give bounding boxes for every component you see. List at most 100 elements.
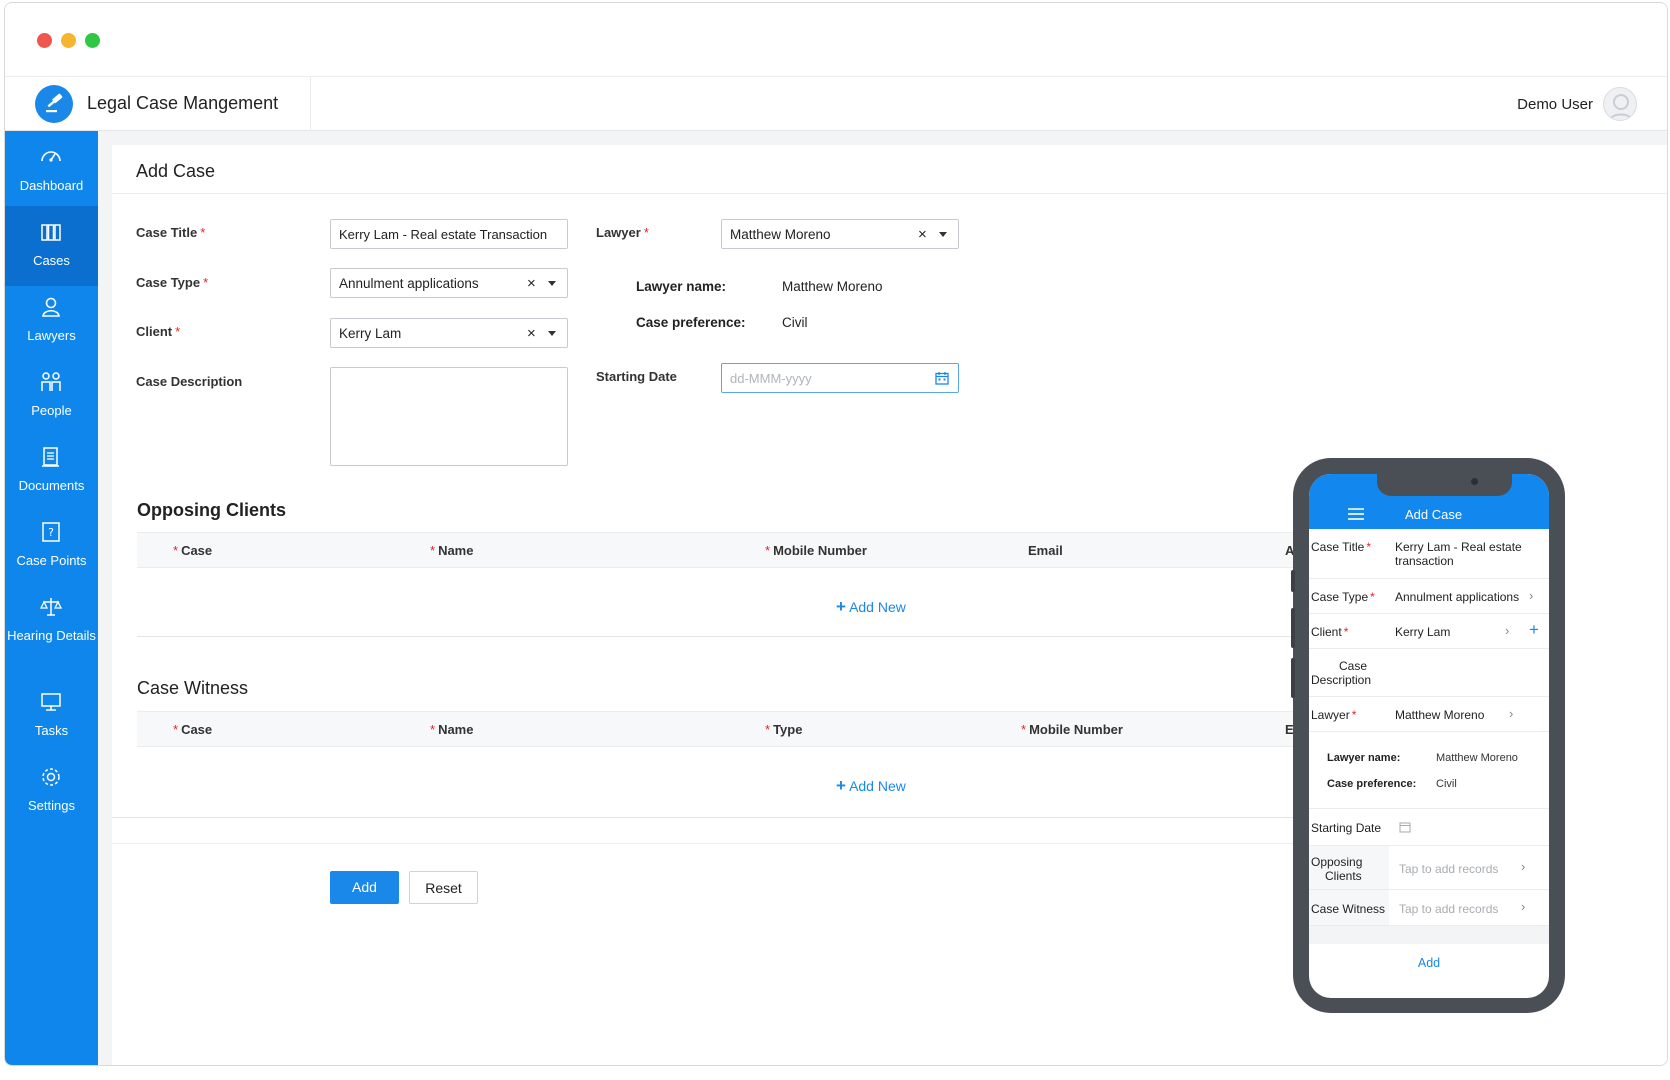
phone-side-button xyxy=(1291,570,1295,592)
add-button[interactable]: Add xyxy=(330,871,399,904)
column-header: * Mobile Number xyxy=(1021,722,1123,737)
user-name[interactable]: Demo User xyxy=(1517,96,1593,113)
plus-icon: + xyxy=(836,597,846,616)
scales-icon xyxy=(39,598,63,616)
sidebar-item-documents[interactable]: Documents xyxy=(5,431,98,511)
person-icon xyxy=(42,297,60,317)
phone-screen: Add Case Case Title * Kerry Lam - Real es… xyxy=(1309,474,1549,998)
opposing-clients-title: Opposing Clients xyxy=(137,500,287,520)
add-client-plus-icon[interactable]: + xyxy=(1529,620,1539,640)
phone-case-title-row[interactable]: Case Title * Kerry Lam - Real estate tran… xyxy=(1309,529,1549,579)
phone-client-value: Kerry Lam xyxy=(1395,625,1451,639)
divider xyxy=(112,817,1312,818)
phone-header-title: Add Case xyxy=(1405,507,1463,522)
sidebar-item-label: People xyxy=(31,403,72,418)
case-title-label: Case Title * xyxy=(136,225,206,240)
starting-date-input[interactable]: dd-MMM-yyyy xyxy=(721,363,959,393)
calendar-icon[interactable] xyxy=(1399,821,1411,833)
sidebar-item-hearing-details[interactable]: Hearing Details xyxy=(5,581,98,669)
sidebar-item-label: Lawyers xyxy=(27,328,76,343)
clear-icon[interactable]: × xyxy=(527,275,536,292)
column-header: * Name xyxy=(430,722,474,737)
lawyer-label: Lawyer * xyxy=(596,225,649,240)
starting-date-label: Starting Date xyxy=(596,369,677,384)
phone-starting-date-row[interactable]: Starting Date xyxy=(1309,809,1549,846)
phone-case-type-row[interactable]: Case Type * Annulment applications › xyxy=(1309,579,1549,614)
gavel-logo-icon[interactable] xyxy=(35,85,73,123)
witness-add-new-link[interactable]: + Add New xyxy=(836,776,906,796)
lawyer-name-key: Lawyer name: xyxy=(636,279,727,294)
opposing-add-new-link[interactable]: + Add New xyxy=(836,597,906,617)
case-preference-value: Civil xyxy=(782,315,808,330)
case-type-select[interactable]: Annulment applications × xyxy=(330,268,568,298)
brand: Legal Case Mangement xyxy=(5,77,311,131)
phone-notch xyxy=(1377,474,1512,496)
column-header: * Type xyxy=(765,722,803,737)
clear-icon[interactable]: × xyxy=(918,226,927,243)
people-icon xyxy=(41,372,61,391)
case-witness-table-header: *Case *Name *Type *Mobile Number Em xyxy=(137,711,1312,747)
phone-witness-placeholder: Tap to add records xyxy=(1399,902,1499,916)
phone-witness-label: Case Witness xyxy=(1311,902,1386,916)
calendar-icon[interactable] xyxy=(935,371,949,385)
phone-mockup: Add Case Case Title * Kerry Lam - Real es… xyxy=(1291,458,1565,1013)
phone-case-type-value: Annulment applications xyxy=(1395,590,1520,604)
sidebar-item-case-points[interactable]: ? Case Points xyxy=(5,506,98,586)
clear-icon[interactable]: × xyxy=(527,325,536,342)
phone-description-row[interactable]: Case Description xyxy=(1309,649,1549,697)
document-icon xyxy=(42,447,59,467)
sidebar-item-label: Cases xyxy=(33,253,70,268)
case-description-textarea[interactable] xyxy=(330,367,568,466)
phone-lawyer-row[interactable]: Lawyer * Matthew Moreno › xyxy=(1309,697,1549,732)
monitor-icon xyxy=(41,693,61,711)
phone-description-label: Case Description xyxy=(1311,659,1372,687)
phone-case-pref-key: Case preference: xyxy=(1327,778,1417,790)
sidebar-item-people[interactable]: People xyxy=(5,356,98,436)
case-preference-key: Case preference: xyxy=(636,315,746,330)
sidebar-item-label: Dashboard xyxy=(19,178,84,193)
dashboard-icon xyxy=(41,151,61,162)
close-window-button[interactable] xyxy=(37,33,52,48)
phone-client-row[interactable]: Client * Kerry Lam › + xyxy=(1309,614,1549,649)
opposing-clients-table-header: *Case *Name *Mobile Number Email Ac xyxy=(137,532,1312,568)
sidebar-item-lawyers[interactable]: Lawyers xyxy=(5,281,98,361)
page-title: Add Case xyxy=(136,161,216,181)
sidebar-item-tasks[interactable]: Tasks xyxy=(5,676,98,756)
books-icon xyxy=(41,224,61,241)
case-title-input[interactable]: Kerry Lam - Real estate Transaction xyxy=(330,219,568,249)
chevron-down-icon[interactable] xyxy=(939,232,947,237)
client-label: Client * xyxy=(136,324,181,339)
camera-icon xyxy=(1471,478,1478,485)
phone-opposing-row[interactable]: Opposing Clients Tap to add records › xyxy=(1309,846,1549,890)
chevron-right-icon: › xyxy=(1505,623,1510,638)
sidebar-item-cases[interactable]: Cases xyxy=(5,206,98,286)
avatar[interactable] xyxy=(1603,87,1637,121)
phone-opposing-label: Opposing Clients xyxy=(1311,855,1363,883)
menu-icon[interactable] xyxy=(1347,507,1365,521)
plus-icon: + xyxy=(836,776,846,795)
client-select[interactable]: Kerry Lam × xyxy=(330,318,568,348)
column-header: * Case xyxy=(173,543,213,558)
divider xyxy=(112,193,1667,194)
phone-case-title-label: Case Title * xyxy=(1311,540,1372,554)
reset-button[interactable]: Reset xyxy=(409,871,478,904)
chevron-down-icon[interactable] xyxy=(548,331,556,336)
app-header: Legal Case Mangement Demo User xyxy=(5,77,1667,131)
phone-spacer xyxy=(1309,926,1549,944)
phone-lawyer-name-key: Lawyer name: xyxy=(1327,752,1401,764)
phone-witness-row[interactable]: Case Witness Tap to add records › xyxy=(1309,890,1549,926)
chevron-down-icon[interactable] xyxy=(548,281,556,286)
sidebar-item-label: Case Points xyxy=(16,553,87,568)
sidebar-item-dashboard[interactable]: Dashboard xyxy=(5,131,98,211)
minimize-window-button[interactable] xyxy=(61,33,76,48)
sidebar-item-label: Settings xyxy=(28,798,75,813)
maximize-window-button[interactable] xyxy=(85,33,100,48)
svg-text:?: ? xyxy=(48,526,54,539)
phone-side-button xyxy=(1291,608,1295,648)
case-description-label: Case Description xyxy=(136,374,243,389)
sidebar-item-settings[interactable]: Settings xyxy=(5,751,98,831)
phone-side-button xyxy=(1291,658,1295,698)
phone-add-button[interactable]: Add xyxy=(1309,956,1549,970)
lawyer-select[interactable]: Matthew Moreno × xyxy=(721,219,959,249)
phone-starting-date-label: Starting Date xyxy=(1311,821,1382,835)
